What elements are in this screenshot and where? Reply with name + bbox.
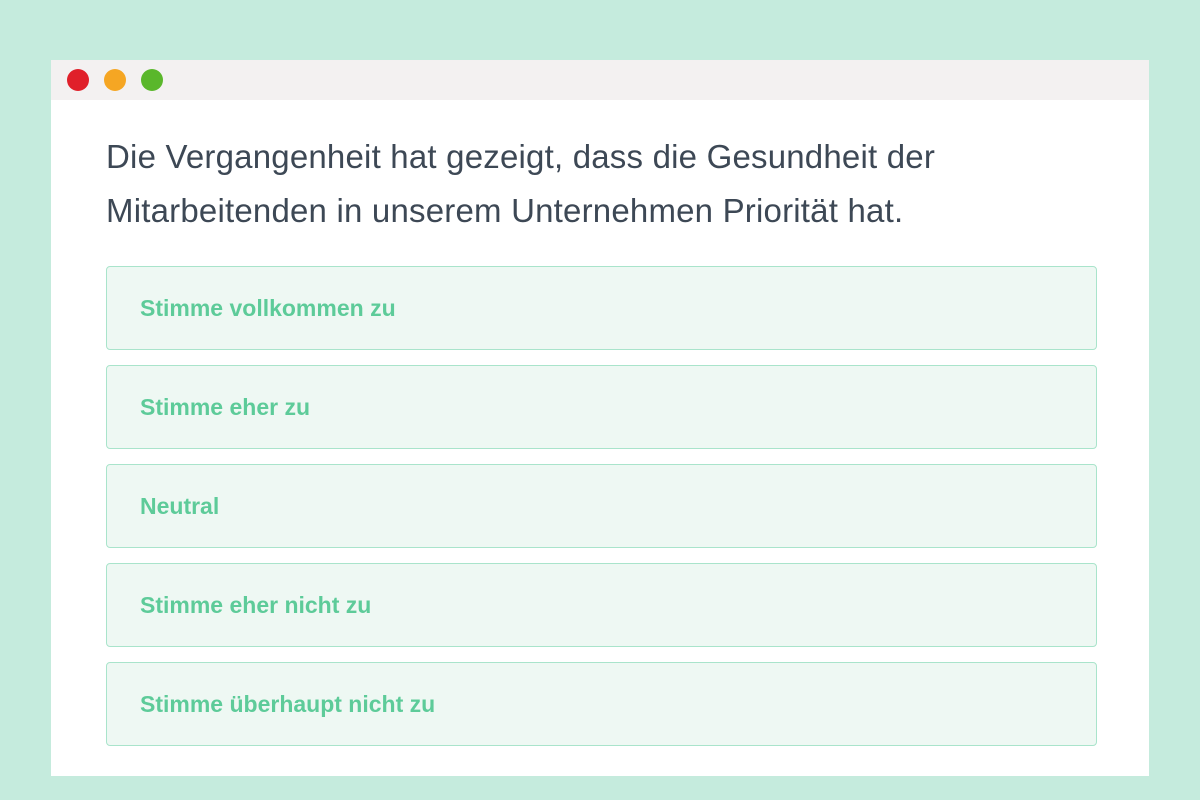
answer-option-neutral[interactable]: Neutral bbox=[106, 464, 1097, 548]
answer-options: Stimme vollkommen zu Stimme eher zu Neut… bbox=[106, 266, 1097, 746]
answer-option-label: Stimme eher nicht zu bbox=[140, 591, 372, 618]
window-titlebar bbox=[51, 60, 1149, 100]
survey-question: Die Vergangenheit hat gezeigt, dass die … bbox=[106, 138, 936, 229]
answer-option-label: Stimme eher zu bbox=[140, 393, 310, 420]
survey-content: Die Vergangenheit hat gezeigt, dass die … bbox=[51, 100, 1149, 746]
browser-window: Die Vergangenheit hat gezeigt, dass die … bbox=[51, 60, 1149, 776]
minimize-window-icon[interactable] bbox=[104, 69, 126, 91]
close-window-icon[interactable] bbox=[67, 69, 89, 91]
answer-option-strongly-agree[interactable]: Stimme vollkommen zu bbox=[106, 266, 1097, 350]
answer-option-label: Neutral bbox=[140, 492, 220, 519]
answer-option-strongly-disagree[interactable]: Stimme überhaupt nicht zu bbox=[106, 662, 1097, 746]
maximize-window-icon[interactable] bbox=[141, 69, 163, 91]
answer-option-label: Stimme vollkommen zu bbox=[140, 294, 396, 321]
answer-option-label: Stimme überhaupt nicht zu bbox=[140, 690, 436, 717]
answer-option-agree[interactable]: Stimme eher zu bbox=[106, 365, 1097, 449]
answer-option-disagree[interactable]: Stimme eher nicht zu bbox=[106, 563, 1097, 647]
